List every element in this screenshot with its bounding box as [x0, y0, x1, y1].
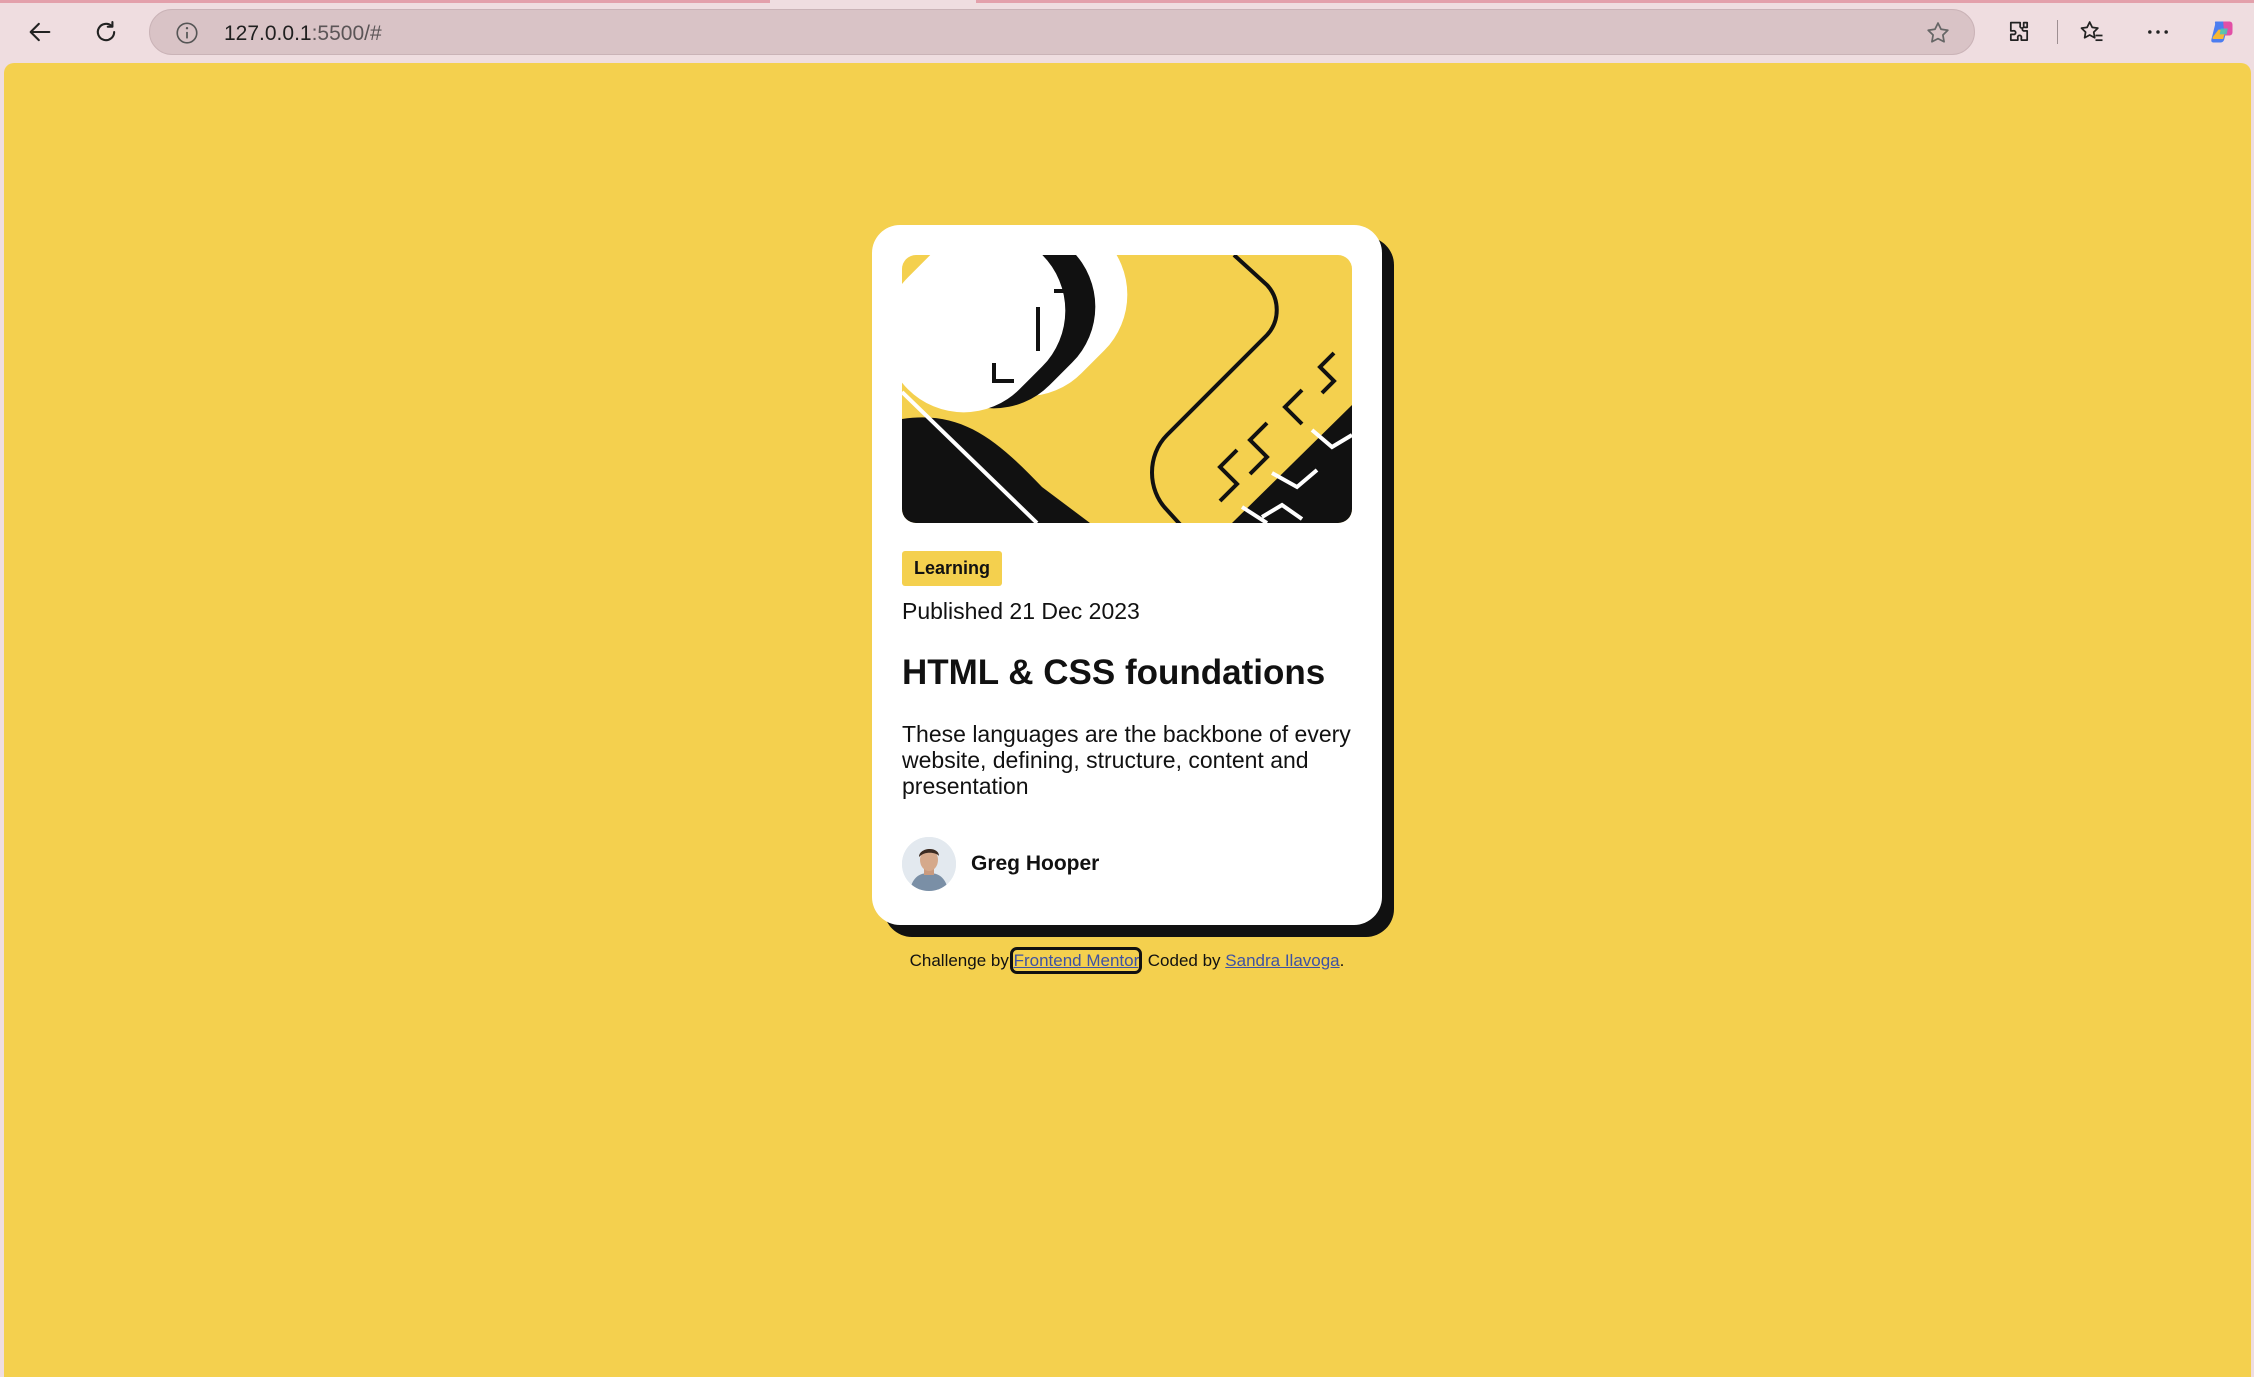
category-tag: Learning [902, 551, 1003, 586]
card-illustration [902, 255, 1352, 523]
reload-icon [96, 21, 116, 42]
back-button[interactable] [20, 12, 60, 52]
frontend-mentor-link[interactable]: Frontend Mentor [1009, 947, 1143, 974]
address-bar[interactable]: 127.0.0.1:5500/# [149, 9, 1975, 55]
url-text[interactable]: 127.0.0.1:5500/# [224, 22, 382, 46]
author-name: Greg Hooper [971, 852, 1100, 875]
site-info-icon[interactable] [174, 20, 200, 46]
copilot-button[interactable] [2202, 12, 2242, 52]
illustration-image [902, 255, 1352, 523]
back-arrow-icon [29, 22, 51, 42]
card-description: These languages are the backbone of ever… [902, 721, 1351, 799]
blog-preview-card[interactable]: Learning Published 21 Dec 2023 HTML & CS… [872, 225, 1382, 925]
attribution-prefix: Challenge by [909, 951, 1014, 970]
tab-strip-accent [976, 0, 2254, 3]
published-date: Published 21 Dec 2023 [902, 598, 1140, 624]
favorite-star-icon[interactable] [1924, 19, 1952, 47]
toolbar-divider [2057, 20, 2058, 44]
favorites-icon [2080, 21, 2103, 42]
author-row: Greg Hooper [902, 837, 1099, 891]
more-menu-button[interactable] [2138, 12, 2178, 52]
browser-toolbar: 127.0.0.1:5500/# [0, 0, 2254, 62]
avatar [902, 837, 956, 891]
url-path: :5500/# [311, 22, 382, 45]
author-avatar-image [902, 837, 956, 891]
author-link[interactable]: Sandra Ilavoga [1225, 951, 1339, 970]
extensions-icon [2009, 21, 2029, 42]
favorites-button[interactable] [2072, 12, 2112, 52]
card-title[interactable]: HTML & CSS foundations [902, 653, 1325, 693]
reload-button[interactable] [86, 12, 126, 52]
extensions-button[interactable] [1999, 12, 2039, 52]
tab-strip-accent [0, 0, 770, 3]
url-host: 127.0.0.1 [224, 22, 312, 45]
copilot-icon [2211, 21, 2233, 43]
more-menu-icon [2148, 30, 2168, 34]
attribution-suffix: . [1339, 951, 1345, 970]
attribution: Challenge by Frontend Mentor. Coded by S… [0, 947, 2254, 974]
attribution-middle: . Coded by [1138, 951, 1226, 970]
